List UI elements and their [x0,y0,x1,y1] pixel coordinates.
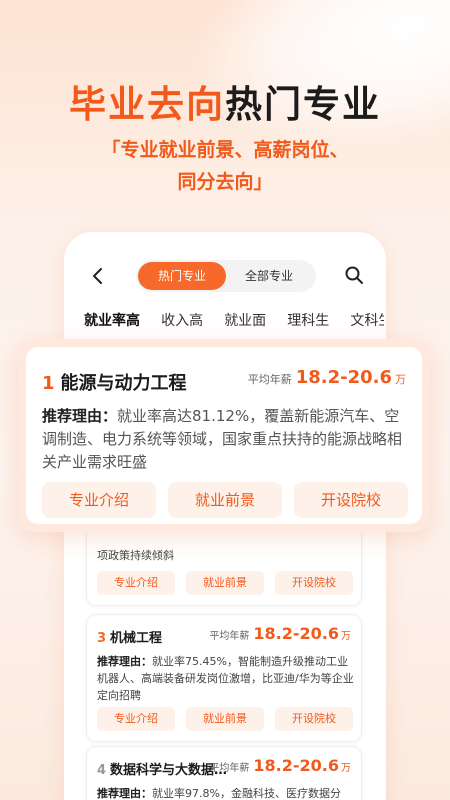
featured-title: 1 能源与动力工程 [42,369,187,395]
card3-rank: 3 [97,631,107,646]
card3-prospect-button[interactable]: 就业前景 [186,707,264,731]
page-headline: 毕业去向热门专业 [0,74,450,128]
featured-card-inner: 1 能源与动力工程 平均年薪 18.2-20.6 万 推荐理由：就业率高达81.12%… [26,347,422,524]
segment-hot-majors[interactable]: 热门专业 [138,262,226,290]
card3-salary-label: 平均年薪 [209,631,250,642]
card3-reason: 推荐理由：就业率75.45%，智能制造升级推动工业机器人、高端装备研发岗位激增，… [97,653,355,704]
back-arrow-icon[interactable] [88,266,108,286]
card4-salary: 平均年薪 18.2-20.6 万 [209,756,351,775]
card3-intro-button[interactable]: 专业介绍 [97,707,175,731]
card4-reason-label: 推荐理由： [97,787,152,800]
tab-employment-scope[interactable]: 就业面 [224,310,266,330]
card3-salary-value: 18.2-20.6 [253,624,339,643]
major-segment-control: 热门专业 全部专业 [136,260,316,292]
card2-prospect-button[interactable]: 就业前景 [186,571,264,595]
card4-rank: 4 [97,763,107,778]
top-bar: 热门专业 全部专业 [64,260,386,294]
tab-income[interactable]: 收入高 [161,310,203,330]
featured-salary-unit: 万 [395,373,406,386]
featured-prospect-button[interactable]: 就业前景 [168,482,282,518]
card3-name: 机械工程 [110,631,163,646]
card3-salary-unit: 万 [341,631,351,642]
subline-line1: 「专业就业前景、高薪岗位、 [101,139,349,161]
card3-reason-label: 推荐理由： [97,655,152,668]
headline-part1: 毕业去向 [69,83,225,126]
major-card-4[interactable]: 4 数据科学与大数据… 平均年薪 18.2-20.6 万 推荐理由：就业率97.8%，… [86,746,362,800]
major-card-3[interactable]: 3 机械工程 平均年薪 18.2-20.6 万 推荐理由：就业率75.45%，智能制造… [86,614,362,742]
card3-title: 3 机械工程 [97,627,162,646]
card3-salary: 平均年薪 18.2-20.6 万 [209,624,351,643]
featured-schools-button[interactable]: 开设院校 [294,482,408,518]
tab-employment-rate[interactable]: 就业率高 [84,310,140,330]
card4-reason: 推荐理由：就业率97.8%，金融科技、医疗数据分 [97,785,355,800]
featured-rank: 1 [42,373,55,394]
featured-salary-label: 平均年薪 [247,373,292,386]
featured-reason-label: 推荐理由： [42,407,118,425]
card4-salary-value: 18.2-20.6 [253,756,339,775]
featured-name: 能源与动力工程 [60,373,187,394]
card4-salary-label: 平均年薪 [209,763,250,774]
search-icon[interactable] [344,265,364,285]
segment-all-majors[interactable]: 全部专业 [228,262,310,290]
featured-intro-button[interactable]: 专业介绍 [42,482,156,518]
card4-reason-text: 就业率97.8%，金融科技、医疗数据分 [152,787,341,800]
card2-schools-button[interactable]: 开设院校 [275,571,353,595]
tab-science[interactable]: 理科生 [287,310,329,330]
subline-line2: 同分去向」 [177,171,273,193]
headline-part2: 热门专业 [225,83,381,126]
featured-reason: 推荐理由：就业率高达81.12%，覆盖新能源汽车、空调制造、电力系统等领域，国家… [42,405,408,474]
tab-liberal-arts[interactable]: 文科生 [350,310,384,330]
card4-title: 4 数据科学与大数据… [97,759,227,778]
card2-reason-tail: 项政策持续倾斜 [97,549,174,562]
featured-major-card[interactable]: 1 能源与动力工程 平均年薪 18.2-20.6 万 推荐理由：就业率高达81.12%… [18,339,430,532]
page-subline: 「专业就业前景、高薪岗位、 同分去向」 [0,134,450,198]
category-tabs: 就业率高 收入高 就业面 理科生 文科生 [84,310,384,336]
card4-salary-unit: 万 [341,763,351,774]
featured-salary-value: 18.2-20.6 [295,367,392,388]
featured-salary: 平均年薪 18.2-20.6 万 [248,367,406,388]
card3-schools-button[interactable]: 开设院校 [275,707,353,731]
card2-intro-button[interactable]: 专业介绍 [97,571,175,595]
